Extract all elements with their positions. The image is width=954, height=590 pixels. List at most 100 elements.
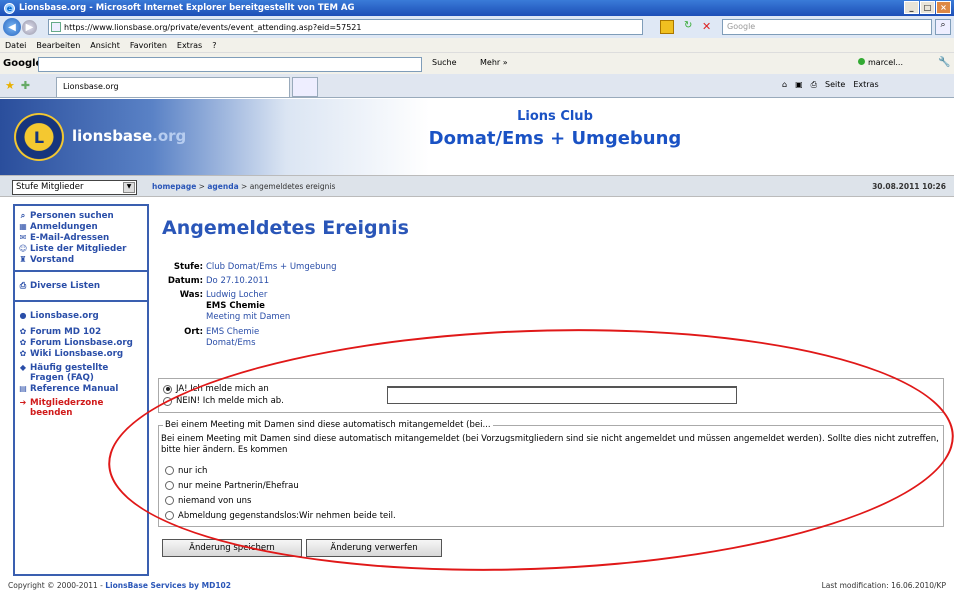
- attend-yes-radio[interactable]: [163, 384, 172, 394]
- menu-extras[interactable]: Extras: [172, 41, 207, 50]
- tab-lionsbase[interactable]: Lionsbase.org: [56, 77, 290, 97]
- site-banner: L lionsbase.org Lions Club Domat/Ems + U…: [0, 99, 954, 175]
- attendance-box: JA! Ich melde mich an NEIN! Ich melde mi…: [158, 378, 944, 413]
- sidebar-item-label: E-Mail-Adressen: [30, 233, 110, 243]
- stop-icon[interactable]: ✕: [702, 20, 716, 34]
- sidebar-item-email[interactable]: ✉ E-Mail-Adressen: [18, 233, 144, 243]
- chevron-down-icon[interactable]: ▼: [123, 182, 135, 193]
- level-select[interactable]: Stufe Mitglieder ▼: [12, 180, 137, 195]
- menu-help[interactable]: ?: [207, 41, 221, 50]
- board-icon: ♜: [19, 255, 27, 264]
- sidebar-item-anmeldungen[interactable]: ▦ Anmeldungen: [18, 222, 144, 232]
- maximize-button[interactable]: □: [920, 1, 935, 14]
- crumb-agenda[interactable]: agenda: [207, 182, 238, 191]
- page-menu[interactable]: Seite: [825, 80, 845, 90]
- sidebar-item-lionsbase[interactable]: ● Lionsbase.org: [18, 311, 144, 321]
- new-tab-button[interactable]: [292, 77, 318, 97]
- browser-tools: ⌂ ▣ ⎙ Seite Extras: [782, 80, 879, 90]
- sidebar-item-forum-md102[interactable]: ✿ Forum MD 102: [18, 327, 144, 337]
- sidebar-item-forum-lionsbase[interactable]: ✿ Forum Lionsbase.org: [18, 338, 144, 348]
- user-status-icon: [858, 58, 865, 65]
- google-search-input[interactable]: [38, 57, 422, 72]
- google-user-menu[interactable]: marcel...: [858, 58, 903, 67]
- sidebar-group-links: ● Lionsbase.org ✿ Forum MD 102 ✿ Forum Lion…: [15, 302, 147, 423]
- discard-button[interactable]: Änderung verwerfen: [306, 539, 442, 557]
- attend-no-radio[interactable]: [163, 396, 172, 406]
- partner-radio[interactable]: [165, 466, 174, 475]
- was-line3: Meeting mit Damen: [206, 312, 291, 322]
- partner-legend: Bei einem Meeting mit Damen sind diese a…: [163, 420, 493, 430]
- sidebar-item-mitgliederliste[interactable]: ☺ Liste der Mitglieder: [18, 244, 144, 254]
- menu-datei[interactable]: Datei: [0, 41, 31, 50]
- refresh-icon[interactable]: ↻: [684, 20, 698, 34]
- back-button[interactable]: ◀: [3, 18, 21, 36]
- menu-favoriten[interactable]: Favoriten: [125, 41, 172, 50]
- print-icon[interactable]: ⎙: [811, 80, 817, 90]
- forward-button[interactable]: ▶: [22, 19, 37, 35]
- google-more-button[interactable]: Mehr »: [480, 58, 508, 67]
- datum-value: Do 27.10.2011: [206, 276, 270, 286]
- add-favorites-icon[interactable]: ✚: [21, 79, 30, 92]
- close-button[interactable]: ×: [936, 1, 951, 14]
- sidebar-item-diverse-listen[interactable]: ⎙ Diverse Listen: [18, 281, 144, 291]
- sidebar-item-logout[interactable]: ➔ Mitgliederzone beenden: [18, 398, 144, 418]
- partner-radio[interactable]: [165, 511, 174, 520]
- partner-option-label: nur meine Partnerin/Ehefrau: [178, 480, 299, 491]
- feeds-icon[interactable]: ▣: [795, 80, 803, 90]
- breadcrumb-bar: Stufe Mitglieder ▼ homepage > agenda > a…: [0, 175, 954, 197]
- copyright-link[interactable]: LionsBase Services by MD102: [105, 581, 231, 590]
- partner-option-only-me[interactable]: nur ich: [161, 463, 396, 478]
- last-modification: Last modification: 16.06.2010/KP: [821, 581, 946, 590]
- search-icon[interactable]: ⌕: [935, 19, 951, 35]
- sidebar-item-vorstand[interactable]: ♜ Vorstand: [18, 255, 144, 265]
- sidebar-item-label: Forum Lionsbase.org: [30, 338, 133, 348]
- favorites-star-icon[interactable]: ★: [5, 79, 15, 92]
- lock-icon[interactable]: [660, 20, 674, 34]
- partner-description: Bei einem Meeting mit Damen sind diese a…: [161, 434, 939, 455]
- minimize-button[interactable]: _: [904, 1, 919, 14]
- help-icon: ◆: [19, 363, 27, 372]
- save-button[interactable]: Änderung speichern: [162, 539, 302, 557]
- wrench-icon[interactable]: 🔧: [938, 57, 950, 68]
- menu-bearbeiten[interactable]: Bearbeiten: [31, 41, 85, 50]
- sidebar-item-label: Anmeldungen: [30, 222, 98, 232]
- window-controls: _ □ ×: [904, 1, 951, 14]
- ort-label: Ort:: [184, 327, 203, 337]
- copyright-text: Copyright © 2000-2011 -: [8, 581, 106, 590]
- stufe-label: Stufe:: [173, 262, 203, 272]
- comment-input[interactable]: [387, 386, 737, 404]
- google-search-button[interactable]: Suche: [432, 58, 457, 67]
- extras-menu[interactable]: Extras: [853, 80, 878, 90]
- search-input[interactable]: Google: [722, 19, 932, 35]
- sidebar-item-faq[interactable]: ◆ Häufig gestellte Fragen (FAQ): [18, 363, 144, 383]
- ort-value: EMS Chemie Domat/Ems: [206, 327, 259, 349]
- sidebar-item-label: Reference Manual: [30, 384, 119, 394]
- partner-option-both[interactable]: Abmeldung gegenstandslos:Wir nehmen beid…: [161, 508, 396, 523]
- sidebar-item-label: Personen suchen: [30, 211, 114, 221]
- menu-ansicht[interactable]: Ansicht: [85, 41, 125, 50]
- partner-radio[interactable]: [165, 496, 174, 505]
- level-select-value: Stufe Mitglieder: [16, 182, 84, 192]
- sidebar: ⌕ Personen suchen ▦ Anmeldungen ✉ E-Mail-Ad…: [13, 204, 149, 576]
- sidebar-item-reference-manual[interactable]: ▤ Reference Manual: [18, 384, 144, 394]
- people-icon: ☺: [18, 244, 28, 253]
- site-name[interactable]: lionsbase.org: [72, 127, 186, 145]
- sidebar-item-wiki[interactable]: ✿ Wiki Lionsbase.org: [18, 349, 144, 359]
- google-toolbar: Google Suche Mehr » marcel... 🔧: [0, 52, 954, 74]
- club-title-line1: Lions Club: [517, 109, 593, 124]
- globe-icon: ●: [19, 311, 27, 320]
- forum-icon: ✿: [19, 327, 27, 336]
- partner-option-nobody[interactable]: niemand von uns: [161, 493, 396, 508]
- partner-radio[interactable]: [165, 481, 174, 490]
- site-name-suffix: .org: [152, 127, 187, 145]
- club-title-line2: Domat/Ems + Umgebung: [428, 128, 682, 149]
- crumb-homepage[interactable]: homepage: [152, 182, 196, 191]
- sidebar-item-personen-suchen[interactable]: ⌕ Personen suchen: [18, 211, 144, 221]
- url-field[interactable]: https://www.lionsbase.org/private/events…: [48, 19, 643, 35]
- attend-yes-label: JA! Ich melde mich an: [176, 384, 269, 394]
- partner-option-only-partner[interactable]: nur meine Partnerin/Ehefrau: [161, 478, 396, 493]
- lions-logo-icon[interactable]: L: [14, 113, 64, 161]
- was-line1: Ludwig Locher: [206, 290, 268, 300]
- attend-no-label: NEIN! Ich melde mich ab.: [176, 396, 284, 406]
- home-icon[interactable]: ⌂: [782, 80, 787, 90]
